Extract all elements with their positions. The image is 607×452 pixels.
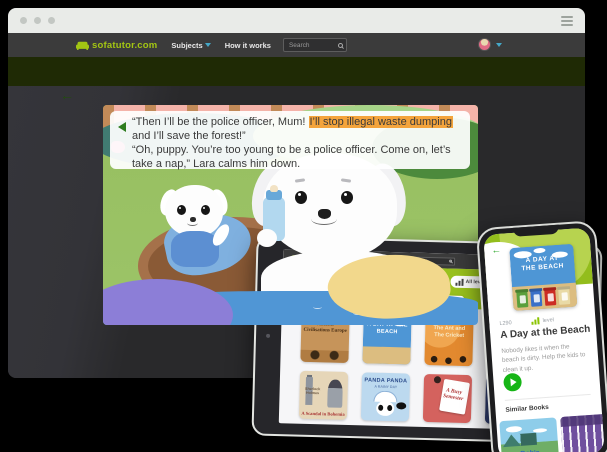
story-text: “Then I’ll be the police officer, Mum! I… bbox=[132, 116, 460, 172]
search-icon bbox=[338, 43, 343, 48]
similar-book-bobs[interactable]: Bob's bbox=[499, 417, 559, 452]
similar-book-forest[interactable] bbox=[560, 414, 605, 452]
story-illustration: “Then I’ll be the police officer, Mum! I… bbox=[103, 105, 478, 325]
phone-screen: ← A DAY AT THE BEACH L290 l bbox=[483, 228, 605, 452]
book-description: Nobody likes it when the beach is dirty.… bbox=[501, 341, 589, 375]
story-line2: “Oh, puppy. You’re too young to be a pol… bbox=[132, 144, 451, 170]
book-cover-busy-semester[interactable]: A Busy Semester bbox=[423, 374, 472, 423]
back-arrow[interactable]: ← bbox=[60, 87, 74, 103]
play-icon bbox=[510, 378, 517, 386]
avatar-dropdown-caret[interactable] bbox=[496, 43, 502, 47]
window-control-dot[interactable] bbox=[34, 17, 41, 24]
story-highlight: I’ll stop illegal waste dumping bbox=[309, 116, 453, 128]
phone-mockup: ← A DAY AT THE BEACH L290 l bbox=[476, 220, 607, 452]
paw-art bbox=[257, 229, 277, 247]
book-cover-day-at-the-beach: A DAY AT THE BEACH bbox=[509, 244, 577, 311]
browser-titlebar bbox=[8, 8, 585, 33]
tablet-camera bbox=[266, 334, 270, 338]
story-text-box: “Then I’ll be the police officer, Mum! I… bbox=[110, 111, 470, 169]
level-code: L290 bbox=[499, 320, 512, 327]
divider bbox=[505, 394, 591, 401]
sofa-icon bbox=[76, 41, 89, 50]
panda-art bbox=[376, 401, 394, 416]
nav-how-it-works[interactable]: How it works bbox=[225, 41, 271, 50]
window-control-dot[interactable] bbox=[20, 17, 27, 24]
play-button[interactable] bbox=[503, 373, 522, 392]
scene: sofatutor.com Subjects How it works ← bbox=[0, 0, 607, 452]
book-cover-panda-panda[interactable]: PANDA PANDA A RAINY DAY bbox=[361, 372, 410, 421]
menu-icon[interactable] bbox=[561, 16, 573, 26]
similar-books-label: Similar Books bbox=[505, 404, 549, 414]
book-cover-peek[interactable] bbox=[360, 429, 408, 430]
level-bars-icon bbox=[456, 278, 464, 285]
search-icon bbox=[449, 260, 452, 263]
nav-subjects[interactable]: Subjects bbox=[171, 41, 210, 50]
prev-page-icon[interactable] bbox=[118, 122, 126, 132]
navbar-search[interactable] bbox=[283, 38, 347, 52]
user-avatar[interactable] bbox=[478, 38, 491, 51]
site-navbar: sofatutor.com Subjects How it works bbox=[8, 33, 585, 57]
level-bars-icon bbox=[531, 317, 539, 325]
window-control-dot[interactable] bbox=[48, 17, 55, 24]
puppy-art bbox=[165, 185, 235, 275]
search-input[interactable] bbox=[287, 41, 338, 50]
cover-art bbox=[362, 346, 410, 364]
page-header-band bbox=[8, 57, 585, 86]
chevron-down-icon bbox=[205, 43, 211, 47]
logo-text: sofatutor.com bbox=[92, 40, 157, 51]
story-part2: and I’ll save the forest!” bbox=[132, 130, 246, 142]
level-label: level bbox=[542, 317, 554, 324]
book-cover-scandal-in-bohemia[interactable]: Sherlock Holmes A Scandal in Bohemia bbox=[299, 371, 348, 420]
window-controls bbox=[20, 17, 55, 24]
sofatutor-logo[interactable]: sofatutor.com bbox=[76, 40, 157, 51]
back-arrow[interactable]: ← bbox=[491, 245, 502, 257]
story-part1: “Then I’ll be the police officer, Mum! bbox=[132, 116, 309, 128]
